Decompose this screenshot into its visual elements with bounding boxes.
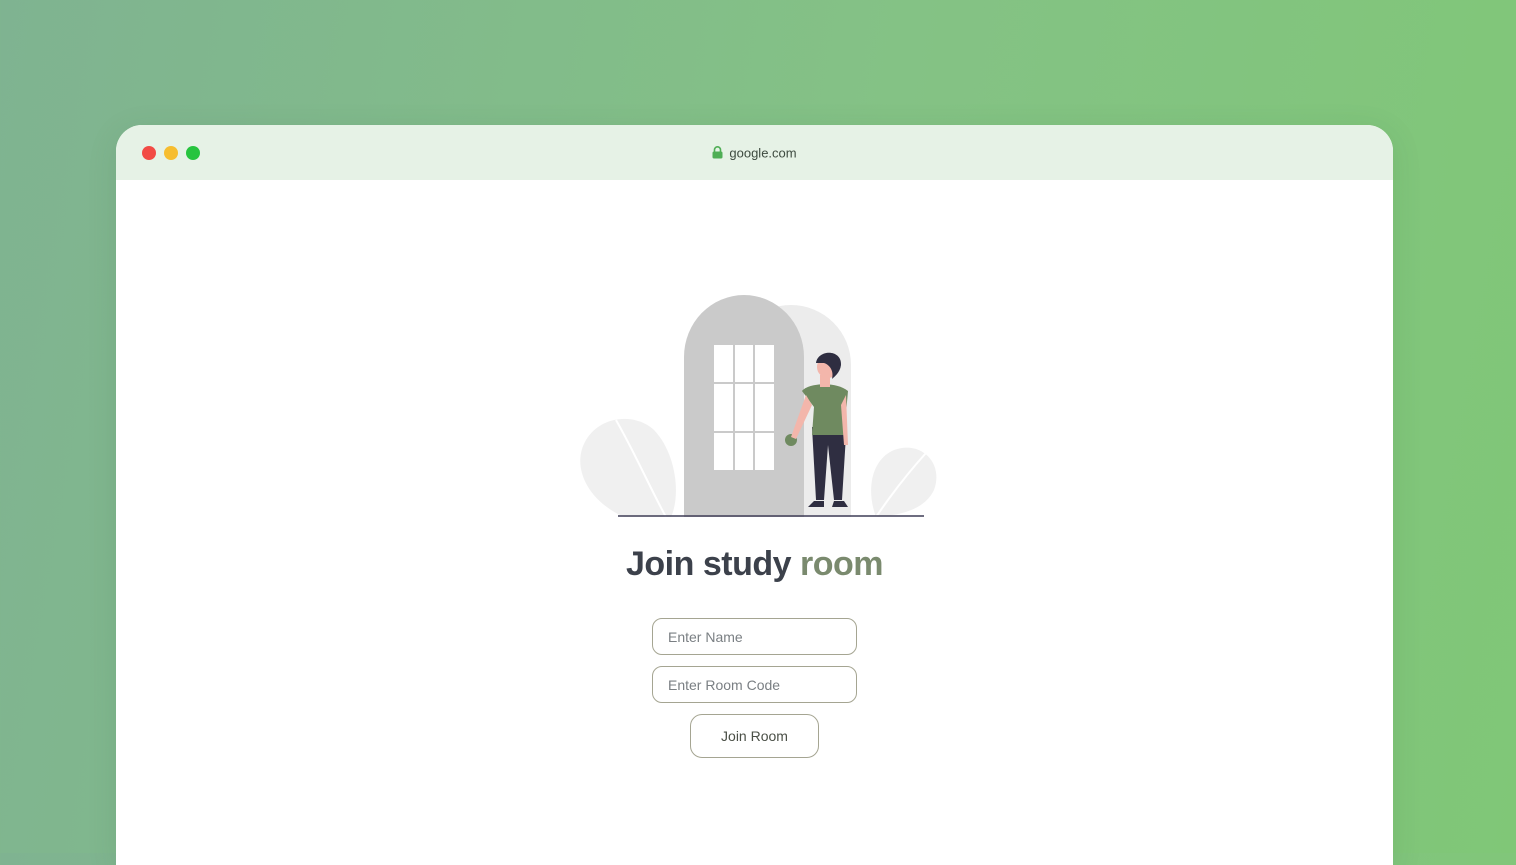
join-room-button[interactable]: Join Room bbox=[690, 714, 819, 758]
browser-window: google.com Join study room Enter Name En… bbox=[116, 125, 1393, 865]
address-bar[interactable]: google.com bbox=[116, 144, 1393, 162]
address-url: google.com bbox=[729, 145, 797, 161]
page-title-accent: room bbox=[799, 545, 884, 583]
page-title-main: Join study bbox=[626, 545, 792, 583]
room-code-input[interactable] bbox=[652, 666, 857, 703]
door-window-icon bbox=[714, 345, 774, 470]
page-title: Join study room bbox=[116, 545, 1393, 584]
name-input[interactable] bbox=[652, 618, 857, 655]
browser-titlebar: google.com bbox=[116, 125, 1393, 180]
door-person-illustration bbox=[580, 295, 937, 518]
leaf-left-icon bbox=[580, 418, 676, 518]
lock-icon bbox=[712, 146, 723, 159]
leaf-right-icon bbox=[871, 447, 937, 518]
